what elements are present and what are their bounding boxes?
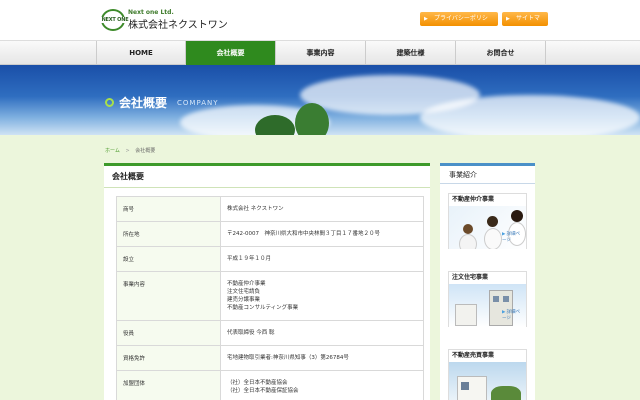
detail-page-link[interactable]: 詳細ページ — [502, 310, 522, 322]
sitemap-link[interactable]: サイトマップ — [502, 12, 548, 36]
logo-text: Next one Ltd. 株式会社ネクストワン — [128, 9, 228, 31]
site-header: NEXT ONE Next one Ltd. 株式会社ネクストワン プライバシー… — [0, 0, 640, 40]
nav-item-specs[interactable]: 建築仕様 — [366, 41, 456, 66]
nav-item-business[interactable]: 事業内容 — [276, 41, 366, 66]
row-value: 宅地建物取引業者:神奈川県知事（3）第26784号 — [220, 345, 424, 371]
row-label: 役員 — [116, 320, 221, 346]
banner-cloud — [420, 95, 640, 135]
row-label: 商号 — [116, 196, 221, 222]
table-row: 役員 代表取締役 今西 聡 — [116, 320, 424, 346]
row-label: 所在地 — [116, 221, 221, 247]
top-links: プライバシーポリシー サイトマップ — [420, 12, 548, 36]
row-value: 代表取締役 今西 聡 — [220, 320, 424, 346]
row-label: 事業内容 — [116, 271, 221, 321]
nav-item-company[interactable]: 会社概要 — [186, 41, 276, 66]
logo-mark-text: NEXT ONE — [100, 17, 130, 23]
row-value: 株式会社 ネクストワン — [220, 196, 424, 222]
table-row: 事業内容 不動産仲介事業 注文住宅請負 建売分譲事業 不動産コンサルティング事業 — [116, 271, 424, 321]
logo-subtitle: Next one Ltd. — [128, 9, 174, 16]
house-window — [493, 296, 499, 302]
table-row: 所在地 〒242-0007 神奈川県大和市中央林間３丁目１７番地２０号 — [116, 221, 424, 247]
person-figure — [487, 216, 498, 227]
business-card-real-estate-sales[interactable]: 不動産売買事業 — [448, 349, 527, 400]
card-image — [449, 362, 526, 400]
house-window — [461, 382, 469, 390]
house-shape — [455, 304, 477, 326]
table-row: 資格免許 宅地建物取引業者:神奈川県知事（3）第26784号 — [116, 345, 424, 371]
row-label: 加盟団体 — [116, 370, 221, 400]
row-label: 設立 — [116, 246, 221, 272]
page-title-en: COMPANY — [177, 98, 219, 107]
breadcrumb-home[interactable]: ホーム — [105, 148, 120, 154]
global-nav: HOME 会社概要 事業内容 建築仕様 お問合せ — [0, 40, 640, 66]
row-value: 不動産仲介事業 注文住宅請負 建売分譲事業 不動産コンサルティング事業 — [220, 271, 424, 321]
page-title: 会社概要 COMPANY — [105, 94, 219, 111]
card-title: 不動産仲介事業 — [452, 196, 495, 203]
sidebar-title: 事業紹介 — [440, 166, 535, 184]
logo-mark-icon: NEXT ONE — [100, 9, 130, 31]
nav-item-home[interactable]: HOME — [96, 41, 186, 66]
person-figure — [511, 210, 523, 222]
ring-icon — [105, 98, 114, 107]
breadcrumb-current: 会社概要 — [135, 148, 156, 154]
page-title-jp: 会社概要 — [119, 96, 168, 110]
section-title: 会社概要 — [104, 166, 430, 188]
tree-shape — [491, 386, 521, 400]
person-figure — [459, 234, 477, 249]
business-card-custom-homes[interactable]: 注文住宅事業 詳細ページ — [448, 271, 527, 327]
business-card-brokerage[interactable]: 不動産仲介事業 詳細ページ — [448, 193, 527, 249]
card-title: 不動産売買事業 — [452, 352, 495, 359]
banner-tree — [295, 103, 329, 135]
row-value: 〒242-0007 神奈川県大和市中央林間３丁目１７番地２０号 — [220, 221, 424, 247]
person-figure — [463, 224, 473, 234]
table-row: 設立 平成１９年１０月 — [116, 246, 424, 272]
house-window — [503, 296, 509, 302]
logo-company-name: 株式会社ネクストワン — [128, 20, 228, 31]
row-value: 平成１９年１０月 — [220, 246, 424, 272]
table-row: 商号 株式会社 ネクストワン — [116, 196, 424, 222]
company-info-table: 商号 株式会社 ネクストワン 所在地 〒242-0007 神奈川県大和市中央林間… — [116, 196, 424, 400]
nav-item-contact[interactable]: お問合せ — [456, 41, 546, 66]
row-value: （社）全日本不動産協会 （社）全日本不動産保証協会 — [220, 370, 424, 400]
row-label: 資格免許 — [116, 345, 221, 371]
page-banner: 会社概要 COMPANY — [0, 65, 640, 135]
breadcrumb-separator: > — [125, 148, 130, 154]
person-figure — [484, 228, 502, 249]
detail-page-link[interactable]: 詳細ページ — [502, 232, 522, 244]
card-title: 注文住宅事業 — [452, 274, 489, 281]
privacy-policy-link[interactable]: プライバシーポリシー — [420, 12, 498, 36]
company-profile-panel: 会社概要 商号 株式会社 ネクストワン 所在地 〒242-0007 神奈川県大和… — [104, 163, 430, 400]
business-sidebar: 事業紹介 不動産仲介事業 詳細ページ 注文住宅事業 詳細ページ 不動産売買事業 — [440, 163, 535, 400]
site-logo[interactable]: NEXT ONE Next one Ltd. 株式会社ネクストワン — [100, 8, 228, 32]
breadcrumb: ホーム > 会社概要 — [105, 147, 155, 154]
table-row: 加盟団体 （社）全日本不動産協会 （社）全日本不動産保証協会 — [116, 370, 424, 400]
